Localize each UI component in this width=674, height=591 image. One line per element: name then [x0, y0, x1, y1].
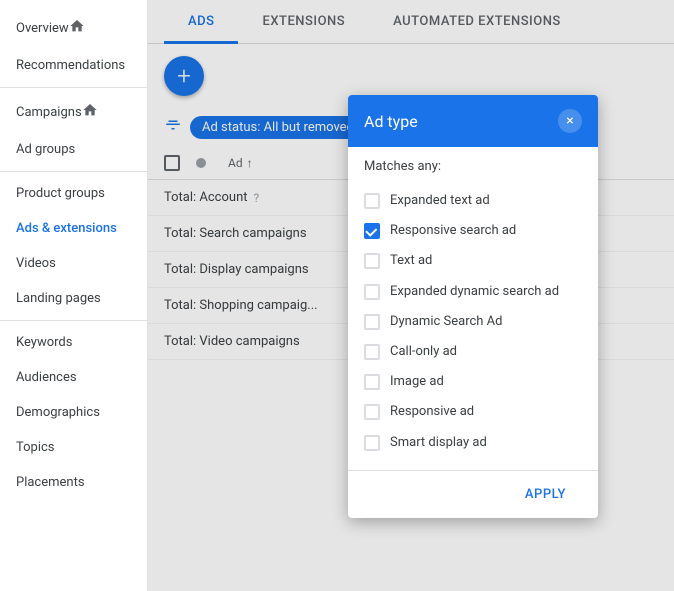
- option-row-expanded-dynamic[interactable]: Expanded dynamic search ad: [364, 277, 582, 307]
- option-checkbox-image-ad[interactable]: [364, 374, 380, 390]
- sidebar-item-label: Demographics: [16, 405, 100, 420]
- sidebar-item-landing-pages[interactable]: Landing pages: [0, 281, 147, 316]
- sidebar-item-label: Ad groups: [16, 142, 75, 157]
- sidebar-item-audiences[interactable]: Audiences: [0, 360, 147, 395]
- home-icon: [82, 102, 98, 122]
- sidebar-item-placements[interactable]: Placements: [0, 465, 147, 500]
- option-row-image-ad[interactable]: Image ad: [364, 367, 582, 397]
- apply-button[interactable]: APPLY: [509, 479, 582, 510]
- sidebar-item-label: Topics: [16, 440, 55, 455]
- home-icon: [69, 18, 85, 38]
- sidebar-item-label: Landing pages: [16, 291, 101, 306]
- modal-body: Matches any: Expanded text ad Responsive …: [348, 147, 598, 470]
- sidebar-item-ads-extensions[interactable]: Ads & extensions: [0, 211, 147, 246]
- modal-footer: APPLY: [348, 470, 598, 518]
- option-label-image-ad: Image ad: [390, 373, 444, 391]
- option-checkbox-call-only[interactable]: [364, 344, 380, 360]
- matches-label: Matches any:: [364, 159, 582, 174]
- sidebar: Overview Recommendations Campaigns Ad group…: [0, 0, 148, 591]
- option-label-expanded-dynamic: Expanded dynamic search ad: [390, 283, 559, 301]
- sidebar-item-product-groups[interactable]: Product groups: [0, 176, 147, 211]
- option-label-smart-display: Smart display ad: [390, 434, 487, 452]
- sidebar-item-label: Ads & extensions: [16, 221, 117, 236]
- option-label-text-ad: Text ad: [390, 252, 432, 270]
- option-checkbox-text-ad[interactable]: [364, 253, 380, 269]
- sidebar-item-overview[interactable]: Overview: [0, 8, 147, 48]
- sidebar-item-keywords[interactable]: Keywords: [0, 325, 147, 360]
- option-checkbox-expanded-dynamic[interactable]: [364, 284, 380, 300]
- option-label-responsive-ad: Responsive ad: [390, 403, 474, 421]
- sidebar-item-label: Overview: [16, 21, 69, 36]
- sidebar-item-label: Recommendations: [16, 58, 125, 73]
- sidebar-item-demographics[interactable]: Demographics: [0, 395, 147, 430]
- option-checkbox-smart-display[interactable]: [364, 435, 380, 451]
- sidebar-item-recommendations[interactable]: Recommendations: [0, 48, 147, 83]
- option-label-responsive-search: Responsive search ad: [390, 222, 516, 240]
- option-checkbox-expanded-text[interactable]: [364, 193, 380, 209]
- option-label-expanded-text: Expanded text ad: [390, 192, 490, 210]
- option-label-call-only: Call-only ad: [390, 343, 457, 361]
- modal-close-button[interactable]: ×: [558, 109, 582, 133]
- option-checkbox-dynamic-search[interactable]: [364, 314, 380, 330]
- main-content: ADSEXTENSIONSAUTOMATED EXTENSIONS + Ad s…: [148, 0, 674, 591]
- option-row-responsive-ad[interactable]: Responsive ad: [364, 397, 582, 427]
- modal-header: Ad type ×: [348, 95, 598, 147]
- sidebar-item-label: Videos: [16, 256, 56, 271]
- sidebar-item-label: Campaigns: [16, 105, 82, 120]
- option-row-call-only[interactable]: Call-only ad: [364, 337, 582, 367]
- option-row-dynamic-search[interactable]: Dynamic Search Ad: [364, 307, 582, 337]
- sidebar-item-label: Audiences: [16, 370, 77, 385]
- option-row-text-ad[interactable]: Text ad: [364, 246, 582, 276]
- sidebar-item-label: Product groups: [16, 186, 105, 201]
- sidebar-item-label: Keywords: [16, 335, 72, 350]
- sidebar-item-ad-groups[interactable]: Ad groups: [0, 132, 147, 167]
- ad-type-modal: Ad type × Matches any: Expanded text ad R…: [348, 95, 598, 518]
- sidebar-item-label: Placements: [16, 475, 85, 490]
- option-row-expanded-text[interactable]: Expanded text ad: [364, 186, 582, 216]
- sidebar-item-topics[interactable]: Topics: [0, 430, 147, 465]
- option-row-smart-display[interactable]: Smart display ad: [364, 428, 582, 458]
- sidebar-item-campaigns[interactable]: Campaigns: [0, 92, 147, 132]
- option-checkbox-responsive-search[interactable]: [364, 223, 380, 239]
- option-label-dynamic-search: Dynamic Search Ad: [390, 313, 503, 331]
- modal-title: Ad type: [364, 112, 418, 131]
- option-checkbox-responsive-ad[interactable]: [364, 404, 380, 420]
- option-row-responsive-search[interactable]: Responsive search ad: [364, 216, 582, 246]
- sidebar-item-videos[interactable]: Videos: [0, 246, 147, 281]
